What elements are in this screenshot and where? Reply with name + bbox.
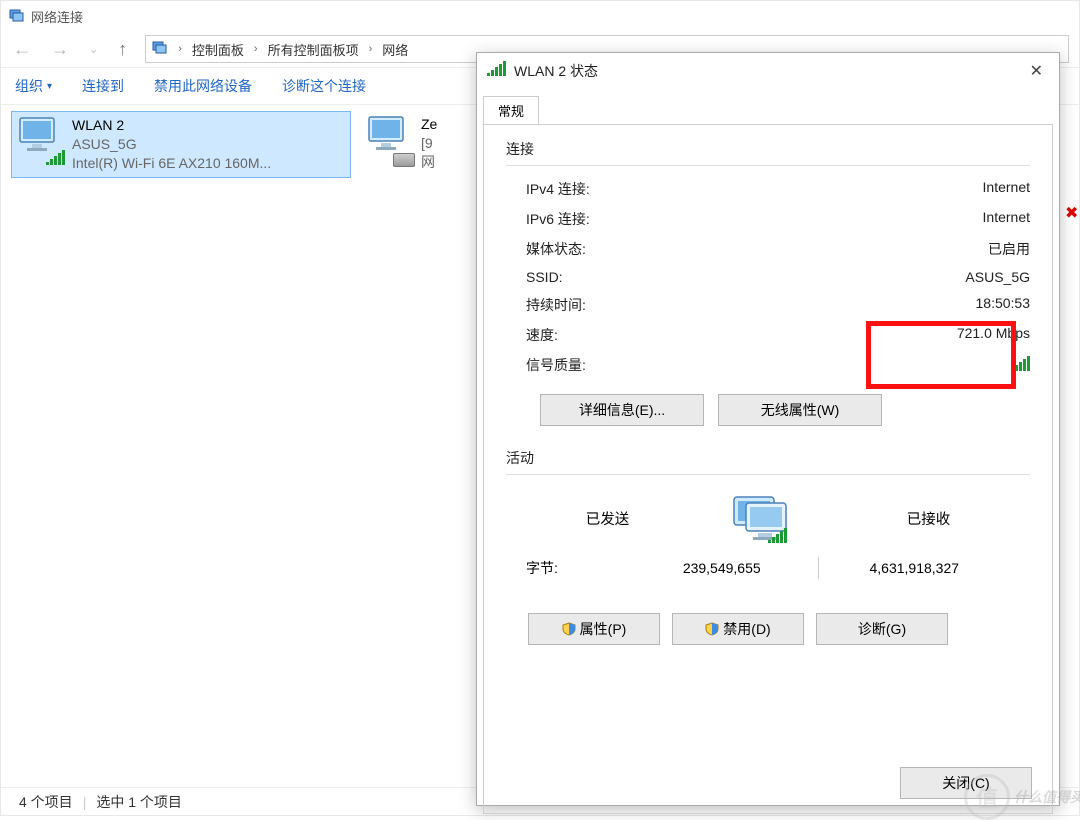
breadcrumb-control-panel[interactable]: 控制面板: [192, 40, 244, 59]
network-item-ssid: ASUS_5G: [72, 135, 271, 154]
highlight-rectangle: [866, 321, 1016, 389]
properties-button[interactable]: 属性(P): [528, 613, 660, 645]
shield-icon: [562, 622, 576, 639]
wlan-status-dialog: WLAN 2 状态 ✕ 常规 连接 IPv4 连接: Internet IPv6 …: [476, 52, 1060, 806]
window-title: 网络连接: [31, 7, 83, 26]
chevron-right-icon[interactable]: ›: [174, 43, 186, 55]
status-selected: 选中 1 个项目: [96, 792, 182, 812]
sent-label: 已发送: [526, 508, 689, 529]
signal-bars-icon: [487, 63, 506, 79]
watermark-text: 什么值得买: [1014, 787, 1080, 807]
recent-chevron-icon[interactable]: ⌄: [87, 43, 100, 56]
duration-label: 持续时间:: [526, 295, 586, 315]
ipv4-value: Internet: [983, 179, 1030, 199]
up-arrow-icon[interactable]: ↑: [116, 39, 129, 60]
network-item-ethernet[interactable]: Ze [9 网: [361, 111, 471, 178]
back-arrow-icon[interactable]: ←: [11, 39, 33, 60]
network-item-sub: [9: [421, 134, 437, 153]
monitor-icon: [18, 116, 68, 166]
ssid-value: ASUS_5G: [965, 269, 1030, 285]
breadcrumb-network[interactable]: 网络: [382, 40, 408, 59]
ipv4-label: IPv4 连接:: [526, 179, 590, 199]
chevron-right-icon[interactable]: ›: [365, 43, 377, 55]
section-connection-title: 连接: [506, 139, 1030, 159]
shield-icon: [705, 622, 719, 639]
network-connections-icon: [9, 8, 25, 24]
monitor-activity-icon: [713, 493, 823, 543]
dialog-title: WLAN 2 状态: [514, 61, 1016, 81]
network-item-name: WLAN 2: [72, 116, 271, 135]
obscured-network-icon: [1065, 195, 1080, 235]
disable-button[interactable]: 禁用(D): [672, 613, 804, 645]
signal-quality-label: 信号质量:: [526, 355, 586, 375]
network-connections-icon: [152, 40, 168, 59]
media-state-value: 已启用: [988, 239, 1030, 259]
disable-device-button[interactable]: 禁用此网络设备: [154, 76, 252, 96]
diagnose-button[interactable]: 诊断(G): [816, 613, 948, 645]
watermark-icon: 值: [964, 774, 1010, 820]
monitor-icon: [367, 115, 417, 165]
organize-menu[interactable]: 组织 ▾: [15, 76, 52, 96]
close-icon[interactable]: ✕: [1024, 59, 1049, 83]
tab-general[interactable]: 常规: [483, 96, 539, 125]
signal-bars-icon: [46, 149, 65, 168]
ipv6-label: IPv6 连接:: [526, 209, 590, 229]
chevron-down-icon: ▾: [47, 81, 52, 92]
ssid-label: SSID:: [526, 269, 563, 285]
details-button[interactable]: 详细信息(E)...: [540, 394, 704, 426]
ipv6-value: Internet: [983, 209, 1030, 229]
bytes-sent-value: 239,549,655: [626, 560, 818, 576]
status-item-count: 4 个项目: [19, 792, 73, 812]
bytes-received-value: 4,631,918,327: [819, 560, 1011, 576]
network-item-adapter: Intel(R) Wi-Fi 6E AX210 160M...: [72, 154, 271, 173]
section-activity-title: 活动: [506, 448, 1030, 468]
breadcrumb-all-items[interactable]: 所有控制面板项: [268, 40, 359, 59]
media-state-label: 媒体状态:: [526, 239, 586, 259]
speed-label: 速度:: [526, 325, 558, 345]
network-item-wlan2[interactable]: WLAN 2 ASUS_5G Intel(R) Wi-Fi 6E AX210 1…: [11, 111, 351, 178]
received-label: 已接收: [847, 508, 1010, 529]
connect-to-button[interactable]: 连接到: [82, 76, 124, 96]
watermark: 值 什么值得买: [964, 774, 1080, 820]
chevron-right-icon[interactable]: ›: [250, 43, 262, 55]
wireless-properties-button[interactable]: 无线属性(W): [718, 394, 882, 426]
bytes-label: 字节:: [526, 558, 626, 578]
ethernet-plug-icon: [393, 153, 415, 167]
network-item-sub: 网: [421, 153, 437, 172]
duration-value: 18:50:53: [976, 295, 1031, 315]
diagnose-connection-button[interactable]: 诊断这个连接: [282, 76, 366, 96]
network-item-name: Ze: [421, 115, 437, 134]
forward-arrow-icon[interactable]: →: [49, 39, 71, 60]
